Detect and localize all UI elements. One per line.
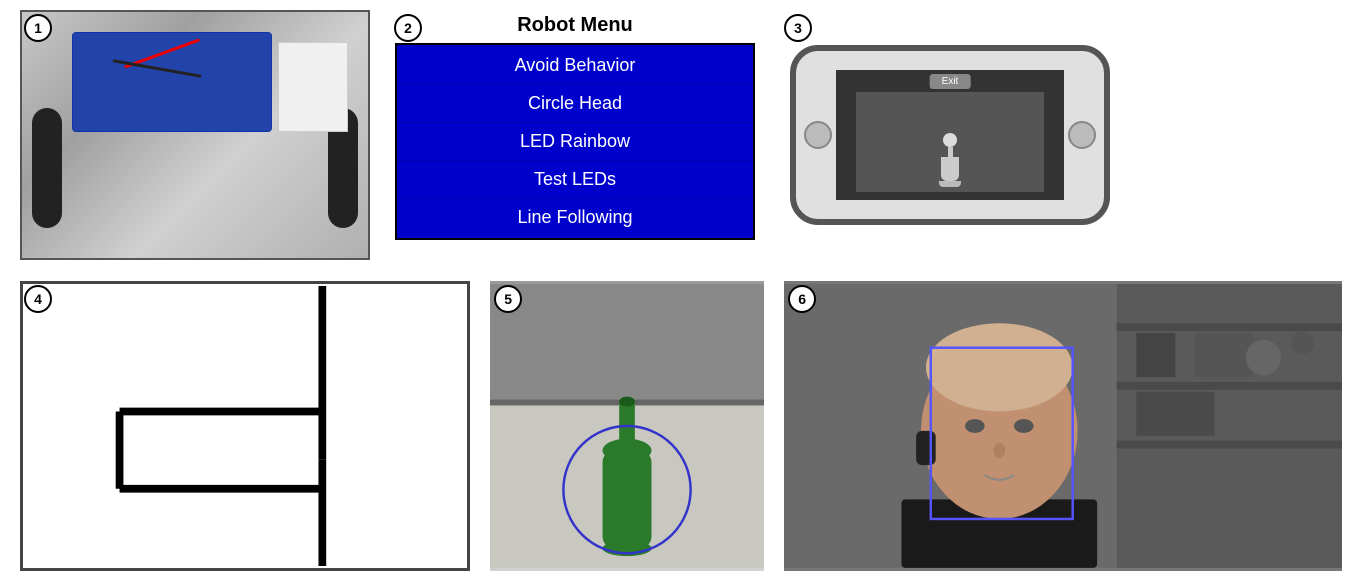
panel-2-badge: 2 — [394, 14, 422, 42]
menu-item-avoid[interactable]: Avoid Behavior — [397, 47, 753, 85]
bottle-photo — [490, 281, 764, 571]
camera-view — [856, 92, 1044, 192]
face-photo — [784, 281, 1342, 571]
menu-item-circle[interactable]: Circle Head — [397, 85, 753, 123]
maze-svg — [23, 284, 467, 568]
menu-item-line-following[interactable]: Line Following — [397, 199, 753, 236]
robot-photo — [20, 10, 370, 260]
menu-title: Robot Menu — [517, 10, 633, 37]
panel-1-badge: 1 — [24, 14, 52, 42]
menu-item-test-leds[interactable]: Test LEDs — [397, 161, 753, 199]
bottle-svg — [490, 281, 764, 571]
face-svg — [784, 281, 1342, 571]
exit-button[interactable]: Exit — [930, 74, 971, 89]
top-row: 1 2 Robot Menu Avoid Behavior Circle Hea… — [20, 10, 1342, 271]
menu-item-led-rainbow[interactable]: LED Rainbow — [397, 123, 753, 161]
panel-2: 2 Robot Menu Avoid Behavior Circle Head … — [390, 10, 760, 260]
panel-5: 5 — [490, 281, 764, 571]
robot-menu-box: Avoid Behavior Circle Head LED Rainbow T… — [395, 43, 755, 240]
panel-5-badge: 5 — [494, 285, 522, 313]
phone-btn-right[interactable] — [1068, 121, 1096, 149]
panel-3: 3 Exit — [780, 10, 1120, 260]
phone-btn-left[interactable] — [804, 121, 832, 149]
panel-1: 1 — [20, 10, 370, 260]
panel-4-badge: 4 — [24, 285, 52, 313]
phone-screen: Exit — [836, 70, 1064, 200]
panel-6-badge: 6 — [788, 285, 816, 313]
maze-container — [20, 281, 470, 571]
phone-frame: Exit — [790, 45, 1110, 225]
bottom-row: 4 5 — [20, 281, 1342, 571]
bowling-pin — [939, 133, 961, 187]
panel-3-badge: 3 — [784, 14, 812, 42]
panel-6: 6 — [784, 281, 1342, 571]
panel-4: 4 — [20, 281, 470, 571]
main-container: 1 2 Robot Menu Avoid Behavior Circle Hea… — [0, 0, 1362, 581]
